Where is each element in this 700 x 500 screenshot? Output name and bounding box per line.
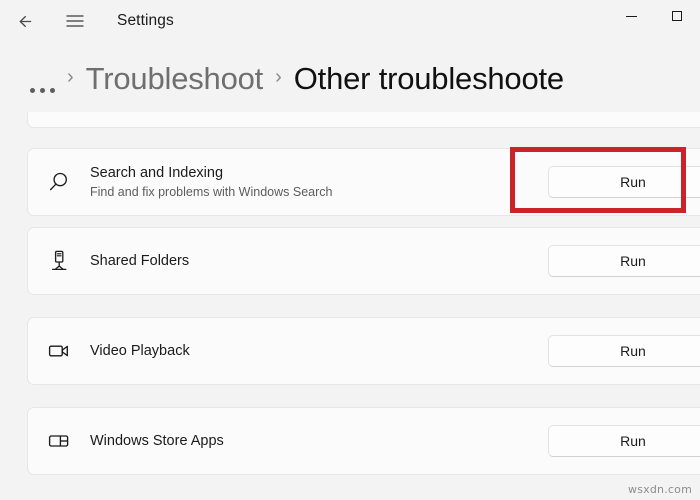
watermark: wsxdn.com (628, 483, 692, 496)
run-button[interactable]: Run (548, 166, 700, 198)
minimize-button[interactable] (608, 0, 654, 32)
maximize-icon (672, 11, 682, 21)
breadcrumb-overflow-button[interactable] (30, 59, 55, 99)
search-icon (28, 169, 90, 195)
table-row[interactable]: Windows Store Apps Run (27, 407, 700, 475)
hamburger-icon (66, 15, 84, 27)
back-arrow-icon (19, 15, 31, 27)
back-button[interactable] (8, 4, 42, 38)
run-button[interactable]: Run (548, 245, 700, 277)
ellipsis-dot-icon (30, 88, 35, 93)
ellipsis-dot-icon (50, 88, 55, 93)
table-row[interactable]: Shared Folders Run (27, 227, 700, 295)
table-row[interactable]: Video Playback Run (27, 317, 700, 385)
list-item-partial[interactable] (27, 112, 700, 128)
store-apps-icon (28, 428, 90, 454)
run-button[interactable]: Run (548, 335, 700, 367)
breadcrumb-separator-icon: › (275, 66, 282, 88)
hamburger-menu-button[interactable] (58, 4, 92, 38)
minimize-icon (625, 15, 637, 17)
window-controls (608, 0, 700, 32)
page-title: Other troubleshoote (293, 61, 564, 96)
video-camera-icon (28, 338, 90, 364)
shared-folders-icon (28, 248, 90, 274)
breadcrumb-separator-icon: › (67, 66, 74, 88)
maximize-button[interactable] (654, 0, 700, 32)
ellipsis-dot-icon (40, 88, 45, 93)
app-title: Settings (117, 12, 174, 29)
breadcrumb-parent-link[interactable]: Troubleshoot (86, 61, 264, 97)
run-button[interactable]: Run (548, 425, 700, 457)
title-bar: Settings (0, 0, 700, 44)
table-row[interactable]: Search and Indexing Find and fix problem… (27, 148, 700, 216)
troubleshooter-list[interactable]: Search and Indexing Find and fix problem… (0, 112, 700, 500)
breadcrumb: › Troubleshoot › Other troubleshoote (0, 50, 700, 108)
